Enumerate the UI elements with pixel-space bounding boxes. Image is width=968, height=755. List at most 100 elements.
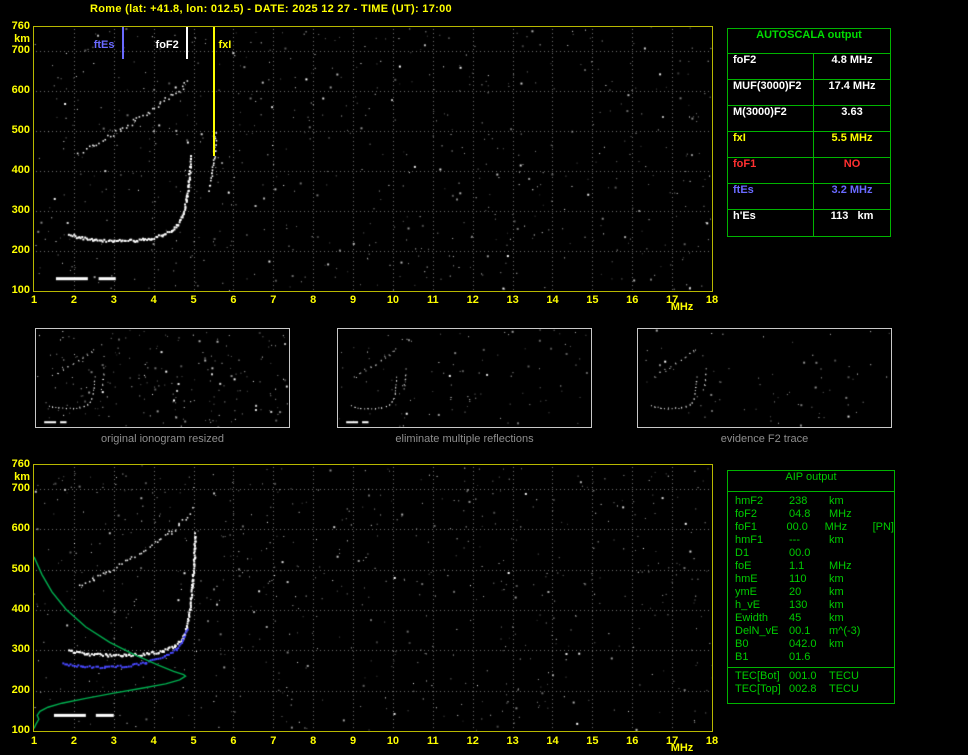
freq-tick-label: 9 [341,294,365,306]
autoscala-row: foF24.8 MHz [728,54,890,80]
freq-tick-label: 6 [221,294,245,306]
bottom-ionogram-panel [33,464,713,732]
aip-param-unit [829,651,871,664]
aip-param-value: 002.8 [789,683,829,696]
height-tick-label: 700 [2,482,30,494]
aip-param-unit: TECU [829,683,871,696]
aip-param-name: hmF1 [735,534,789,547]
marker-label-fxI: fxI [218,39,231,51]
autoscala-row: foF1NO [728,158,890,184]
autoscala-param-name: fxI [728,132,814,157]
freq-tick-label: 11 [421,294,445,306]
mini-panel-original [35,328,290,428]
mini-panel-f2-trace [637,328,892,428]
aip-param-unit: MHz [825,521,865,534]
freq-tick-label: 2 [62,294,86,306]
freq-tick-label: 7 [261,735,285,747]
aip-param-value: 110 [789,573,829,586]
freq-tick-label: 12 [461,294,485,306]
aip-row: DelN_vE00.1m^(-3) [728,625,894,638]
aip-param-value: 238 [789,495,829,508]
aip-output-table: AIP output hmF2238kmfoF204.8MHzfoF100.0M… [727,470,895,704]
height-tick-label: 600 [2,522,30,534]
aip-param-value: 45 [789,612,829,625]
aip-param-name: ymE [735,586,789,599]
aip-param-value: 130 [789,599,829,612]
mini-canvas-original [36,329,289,427]
autoscala-row: M(3000)F23.63 [728,106,890,132]
aip-param-value: 00.0 [786,521,824,534]
autoscala-table-title: AUTOSCALA output [728,29,890,54]
aip-param-name: hmE [735,573,789,586]
freq-axis-bottom: 123456789101112131415161718MHz [0,735,968,751]
freq-tick-label: 1 [22,735,46,747]
freq-tick-label: 10 [381,294,405,306]
aip-row: foF100.0MHz [PN] [728,521,894,534]
autoscala-param-name: h'Es [728,210,814,236]
autoscala-param-value: 5.5 MHz [814,132,890,157]
autoscala-output-table: AUTOSCALA output foF24.8 MHzMUF(3000)F21… [727,28,891,237]
aip-param-unit: km [829,495,871,508]
caption-evidence-f2: evidence F2 trace [637,433,892,445]
marker-label-ftEs: ftEs [94,39,115,51]
aip-param-name: foF1 [735,521,786,534]
aip-param-name: Ewidth [735,612,789,625]
aip-param-unit: MHz [829,560,871,573]
autoscala-param-name: foF1 [728,158,814,183]
aip-param-unit: km [829,599,871,612]
mini-panel-no-reflections [337,328,592,428]
aip-row: foF204.8MHz [728,508,894,521]
autoscala-table-body: foF24.8 MHzMUF(3000)F217.4 MHzM(3000)F23… [728,54,890,236]
freq-tick-label: 3 [102,294,126,306]
freq-tick-label: 11 [421,735,445,747]
height-tick-label: 760 [2,458,30,470]
freq-tick-label: 8 [301,294,325,306]
aip-param-name: foE [735,560,789,573]
aip-param-unit: TECU [829,670,871,683]
aip-row: D100.0 [728,547,894,560]
freq-tick-label: 13 [501,735,525,747]
marker-line-fxI [213,27,215,156]
aip-param-value: 1.1 [789,560,829,573]
freq-tick-label: 12 [461,735,485,747]
freq-tick-label: 3 [102,735,126,747]
aip-param-value: --- [789,534,829,547]
aip-param-unit: km [829,612,871,625]
freq-tick-label: 15 [580,735,604,747]
autoscala-param-value: 3.63 [814,106,890,131]
autoscala-param-value: NO [814,158,890,183]
aip-row: B0042.0km [728,638,894,651]
aip-table-body: hmF2238kmfoF204.8MHzfoF100.0MHz[PN]hmF1-… [728,495,894,696]
aip-param-unit: km [829,638,871,651]
aip-param-value: 04.8 [789,508,829,521]
aip-param-name: TEC[Top] [735,683,789,696]
height-axis-unit: km [2,471,30,483]
aip-param-flag: [PN] [873,521,894,534]
aip-param-unit: km [829,534,871,547]
freq-tick-label: 2 [62,735,86,747]
freq-tick-label: 8 [301,735,325,747]
aip-param-value: 01.6 [789,651,829,664]
aip-param-value: 00.0 [789,547,829,560]
freq-tick-label: 5 [182,735,206,747]
autoscala-param-value: 4.8 MHz [814,54,890,79]
aip-param-name: hmF2 [735,495,789,508]
autoscala-row: h'Es113 km [728,210,890,236]
autoscala-row: MUF(3000)F217.4 MHz [728,80,890,106]
mini-canvas-no-reflections [338,329,591,427]
freq-tick-label: 4 [142,294,166,306]
freq-tick-label: 14 [540,294,564,306]
aip-row: hmE110km [728,573,894,586]
autoscala-screen: Rome (lat: +41.8, lon: 012.5) - DATE: 20… [0,0,968,755]
aip-param-value: 001.0 [789,670,829,683]
autoscala-param-value: 113 km [814,210,890,236]
aip-row: ymE20km [728,586,894,599]
caption-eliminate-reflections: eliminate multiple reflections [337,433,592,445]
freq-tick-label: 5 [182,294,206,306]
aip-param-name: B1 [735,651,789,664]
autoscala-param-name: MUF(3000)F2 [728,80,814,105]
aip-param-name: h_vE [735,599,789,612]
freq-tick-label: 7 [261,294,285,306]
aip-row: hmF2238km [728,495,894,508]
aip-param-unit: km [829,573,871,586]
